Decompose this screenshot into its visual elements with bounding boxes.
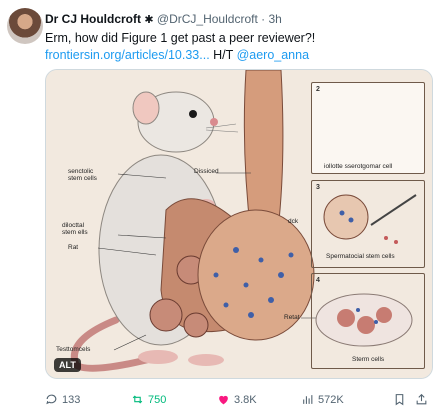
heart-icon	[219, 395, 228, 405]
tweet-body: Erm, how did Figure 1 get past a peer re…	[45, 31, 316, 45]
views-button[interactable]: 572K	[301, 393, 344, 406]
avatar[interactable]	[7, 8, 43, 44]
label-testtomcels: Testtomcels	[56, 346, 91, 353]
label-dck: dck	[288, 218, 299, 225]
panel-4-number: 4	[316, 277, 320, 284]
reply-icon	[46, 394, 57, 405]
author-handle[interactable]: @DrCJ_Houldcroft	[157, 12, 258, 26]
panel-4: 4 Sterm cells	[311, 273, 425, 369]
timestamp[interactable]: 3h	[268, 12, 281, 26]
mention-link[interactable]: @aero_anna	[237, 48, 309, 62]
panel-4-caption: Sterm cells	[352, 356, 385, 363]
action-bar: 133 750 3.8K 572K	[45, 393, 431, 409]
alt-badge[interactable]: ALT	[54, 358, 81, 372]
separator: ·	[261, 12, 266, 26]
panel-3-caption: Spermatocial stem cells	[326, 253, 395, 260]
views-icon	[303, 395, 313, 404]
bookmark-button[interactable]	[393, 393, 406, 406]
share-button[interactable]	[415, 393, 428, 406]
tweet-text: Erm, how did Figure 1 get past a peer re…	[45, 30, 315, 64]
like-count: 3.8K	[234, 393, 257, 406]
label-diluctal: dilocttal stem ells	[62, 222, 88, 236]
article-link[interactable]: frontiersin.org/articles/10.33...	[45, 48, 210, 62]
label-rat: Rat	[68, 244, 79, 251]
like-button[interactable]: 3.8K	[217, 393, 257, 406]
panel-3: 3 Spermatocial stem cells	[311, 180, 425, 268]
repost-icon	[132, 395, 143, 404]
label-dissiced: Dissiced	[194, 168, 219, 175]
repost-button[interactable]: 750	[131, 393, 166, 406]
label-stem-cells: senctolic stem cells	[68, 168, 97, 182]
panel-2: 2 iollotte sserotgomar cell	[311, 82, 425, 174]
share-icon	[416, 393, 427, 405]
views-count: 572K	[318, 393, 344, 406]
bug-icon: ✱	[144, 14, 154, 26]
tweet-image[interactable]: 2 iollotte sserotgomar cell 3 Spermatoci…	[45, 69, 433, 379]
panel-2-caption: iollotte sserotgomar cell	[324, 163, 393, 170]
bookmark-icon	[395, 394, 404, 406]
reply-button[interactable]: 133	[45, 393, 80, 406]
panel-3-number: 3	[316, 184, 320, 191]
panel-2-number: 2	[316, 86, 320, 93]
repost-count: 750	[148, 393, 167, 406]
author-name[interactable]: Dr CJ Houldcroft	[45, 12, 141, 26]
tweet[interactable]: Dr CJ Houldcroft ✱ @DrCJ_Houldcroft · 3h…	[0, 0, 441, 415]
label-retat: Retat	[284, 314, 300, 321]
hat-tip: H/T	[213, 48, 234, 62]
tweet-header: Dr CJ Houldcroft ✱ @DrCJ_Houldcroft · 3h	[45, 12, 282, 26]
reply-count: 133	[62, 393, 81, 406]
